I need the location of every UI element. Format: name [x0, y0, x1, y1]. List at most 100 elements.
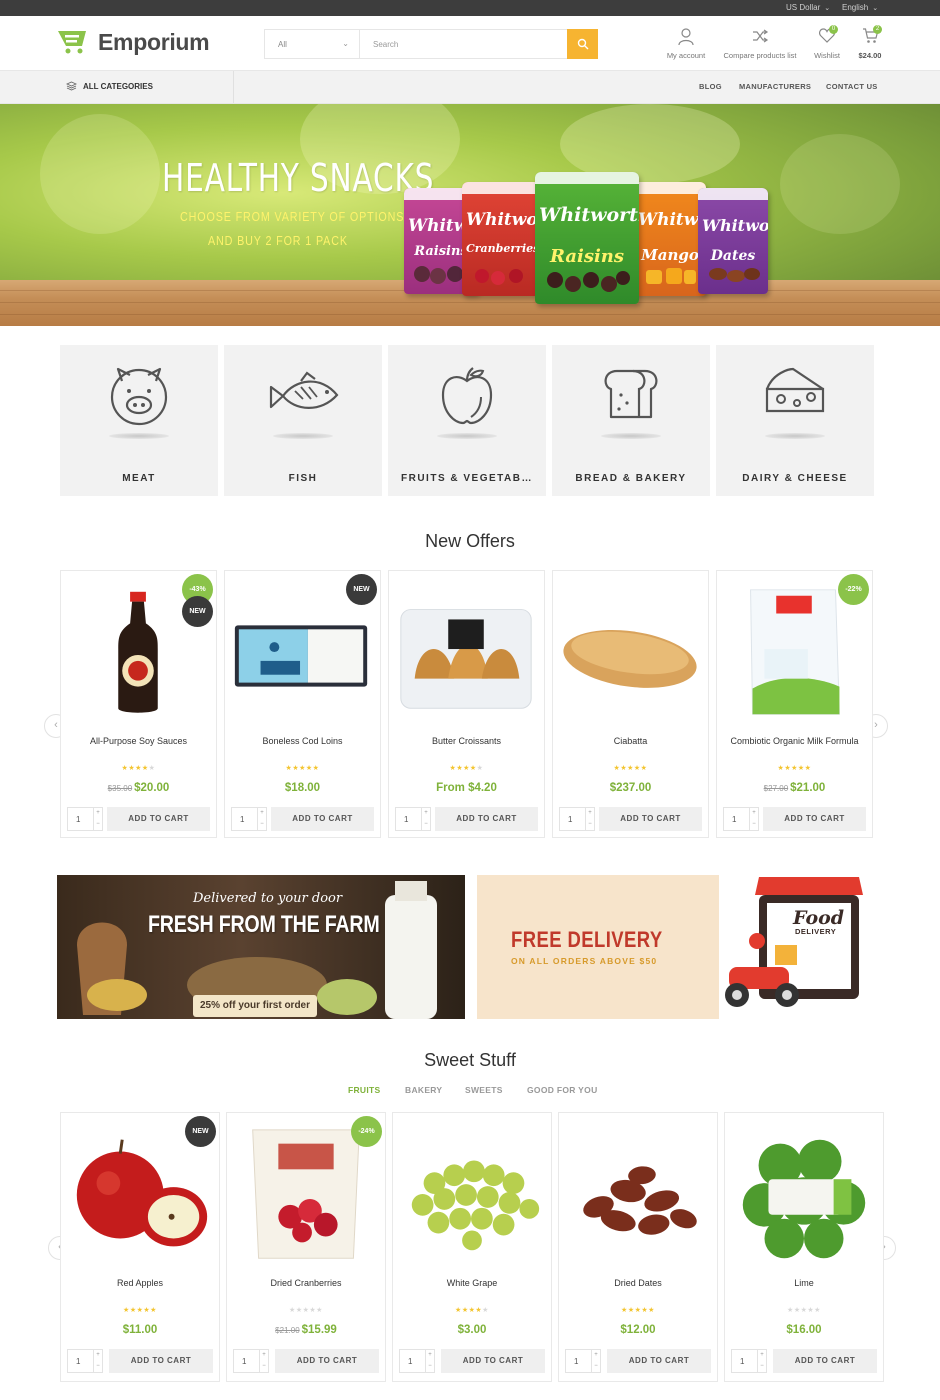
quantity-stepper[interactable]: 1 + − — [395, 807, 431, 831]
old-price: $35.00 — [107, 784, 133, 793]
product-card[interactable]: White Grape ★★★★★ $3.00 1 + − ADD TO CART — [392, 1112, 552, 1382]
product-card[interactable]: Lime ★★★★★ $16.00 1 + − ADD TO CART — [724, 1112, 884, 1382]
bread-icon — [604, 369, 658, 419]
current-price: From $4.20 — [436, 782, 497, 794]
add-to-cart-button[interactable]: ADD TO CART — [435, 807, 538, 831]
add-to-cart-button[interactable]: ADD TO CART — [107, 807, 210, 831]
snack-pack: Whitworths Mango — [634, 182, 706, 296]
product-card[interactable]: Dried Dates ★★★★★ $12.00 1 + − ADD TO CART — [558, 1112, 718, 1382]
add-to-cart-button[interactable]: ADD TO CART — [109, 1349, 213, 1373]
product-card[interactable]: NEW Boneless Cod Loins ★★★★★ $18.00 1 + − … — [224, 570, 381, 838]
add-to-cart-button[interactable]: ADD TO CART — [607, 1349, 711, 1373]
product-card[interactable]: -22% Combiotic Organic Milk Formula ★★★★… — [716, 570, 873, 838]
product-name[interactable]: All-Purpose Soy Sauces — [69, 736, 208, 747]
all-categories-button[interactable]: ALL CATEGORIES — [66, 81, 153, 91]
category-tile-fruits-vegetables[interactable]: FRUITS & VEGETAB… — [388, 345, 546, 496]
category-label: BREAD & BAKERY — [575, 473, 687, 484]
product-image — [400, 609, 532, 709]
add-to-cart-button[interactable]: ADD TO CART — [763, 807, 866, 831]
product-name[interactable]: Ciabatta — [561, 736, 700, 747]
quantity-stepper[interactable]: 1 + − — [731, 1349, 767, 1373]
tab-fruits[interactable]: FRUITS — [348, 1085, 381, 1095]
currency-selector[interactable]: US Dollar ⌄ — [786, 3, 830, 12]
quantity-stepper[interactable]: 1 + − — [559, 807, 595, 831]
quantity-stepper[interactable]: 1 + − — [231, 807, 267, 831]
add-to-cart-button[interactable]: ADD TO CART — [441, 1349, 545, 1373]
product-image — [583, 1166, 697, 1235]
search-category-select[interactable]: All ⌄ — [265, 30, 360, 58]
quantity-arrows[interactable]: + − — [421, 808, 430, 830]
quantity-stepper[interactable]: 1 + − — [233, 1349, 269, 1373]
product-name[interactable]: Dried Cranberries — [235, 1278, 377, 1289]
add-to-cart-button[interactable]: ADD TO CART — [773, 1349, 877, 1373]
category-tile-bread-bakery[interactable]: BREAD & BAKERY — [552, 345, 710, 496]
product-name[interactable]: Boneless Cod Loins — [233, 736, 372, 747]
language-selector[interactable]: English ⌄ — [842, 3, 878, 12]
quantity-arrows[interactable]: + − — [591, 1350, 600, 1372]
tab-good-for-you[interactable]: GOOD FOR YOU — [527, 1085, 598, 1095]
product-name[interactable]: White Grape — [401, 1278, 543, 1289]
search-bar: All ⌄ — [264, 29, 598, 59]
product-card[interactable]: Butter Croissants ★★★★★ From $4.20 1 + − A… — [388, 570, 545, 838]
wishlist-link[interactable]: 0 Wishlist — [808, 25, 846, 60]
my-account-link[interactable]: My account — [662, 28, 710, 60]
quantity-arrows[interactable]: + − — [257, 808, 266, 830]
category-tile-dairy-cheese[interactable]: DAIRY & CHEESE — [716, 345, 874, 496]
quantity-stepper[interactable]: 1 + − — [723, 807, 759, 831]
product-image — [411, 1160, 540, 1251]
cart-link[interactable]: 2 $24.00 — [852, 25, 888, 60]
add-to-cart-button[interactable]: ADD TO CART — [599, 807, 702, 831]
current-price: $18.00 — [284, 782, 321, 794]
quantity-arrows[interactable]: + − — [757, 1350, 766, 1372]
hero-subtitle-2: AND BUY 2 FOR 1 PACK — [208, 234, 348, 248]
delivery-scooter-image — [725, 877, 863, 1007]
category-tile-meat[interactable]: MEAT — [60, 345, 218, 496]
product-card[interactable]: -24% Dried Cranberries ★★★★★ $21.00 $15.9… — [226, 1112, 386, 1382]
tab-sweets[interactable]: SWEETS — [465, 1085, 503, 1095]
quantity-arrows[interactable]: + − — [749, 808, 758, 830]
quantity-stepper[interactable]: 1 + − — [67, 807, 103, 831]
tab-bakery[interactable]: BAKERY — [405, 1085, 442, 1095]
product-name[interactable]: Butter Croissants — [397, 736, 536, 747]
quantity-arrows[interactable]: + − — [259, 1350, 268, 1372]
search-button[interactable] — [567, 29, 598, 59]
product-card[interactable]: Ciabatta ★★★★★ $237.00 1 + − ADD TO CART — [552, 570, 709, 838]
quantity-arrows[interactable]: + − — [93, 1350, 102, 1372]
chevron-down-icon: ⌄ — [342, 39, 349, 48]
category-tile-fish[interactable]: FISH — [224, 345, 382, 496]
product-name[interactable]: Lime — [733, 1278, 875, 1289]
add-to-cart-button[interactable]: ADD TO CART — [275, 1349, 379, 1373]
quantity-arrows[interactable]: + − — [93, 808, 102, 830]
nav-link-blog[interactable]: BLOG — [699, 82, 722, 91]
free-delivery-banner[interactable]: FREE DELIVERY ON ALL ORDERS ABOVE $50 Fo… — [477, 875, 883, 1019]
compare-link[interactable]: Compare products list — [718, 28, 802, 60]
product-price: $18.00 — [225, 782, 380, 794]
fresh-farm-banner[interactable]: Delivered to your door FRESH FROM THE FA… — [57, 875, 465, 1019]
rating-stars: ★★★★★ — [123, 1307, 157, 1314]
product-price: $35.00 $20.00 — [61, 782, 216, 794]
quantity-stepper[interactable]: 1 + − — [399, 1349, 435, 1373]
quantity-arrows[interactable]: + − — [425, 1350, 434, 1372]
quantity-arrows[interactable]: + − — [585, 808, 594, 830]
product-card[interactable]: NEW Red Apples ★★★★★ $11.00 1 + − ADD TO C… — [60, 1112, 220, 1382]
add-to-cart-button[interactable]: ADD TO CART — [271, 807, 374, 831]
logo[interactable]: Emporium — [56, 28, 210, 56]
quantity-stepper[interactable]: 1 + − — [565, 1349, 601, 1373]
product-image — [742, 1139, 866, 1259]
current-price: $11.00 — [122, 1324, 158, 1336]
search-input[interactable] — [361, 30, 566, 58]
product-name[interactable]: Combiotic Organic Milk Formula — [725, 736, 864, 747]
user-icon — [678, 28, 694, 46]
rating-stars: ★★★★★ — [455, 1307, 489, 1314]
hero-banner[interactable]: HEALTHY SNACKS CHOOSE FROM VARIETY OF OP… — [0, 104, 940, 326]
product-name[interactable]: Red Apples — [69, 1278, 211, 1289]
nav-link-contact-us[interactable]: CONTACT US — [826, 82, 878, 91]
pack-brand: Whitworths — [638, 210, 706, 230]
product-name[interactable]: Dried Dates — [567, 1278, 709, 1289]
all-categories-label: ALL CATEGORIES — [83, 81, 153, 91]
nav-link-manufacturers[interactable]: MANUFACTURERS — [739, 82, 811, 91]
product-card[interactable]: -43% NEW All-Purpose Soy Sauces ★★★★★ $3… — [60, 570, 217, 838]
quantity-stepper[interactable]: 1 + − — [67, 1349, 103, 1373]
product-price: $12.00 — [559, 1324, 717, 1336]
rating-stars: ★★★★★ — [777, 765, 812, 772]
